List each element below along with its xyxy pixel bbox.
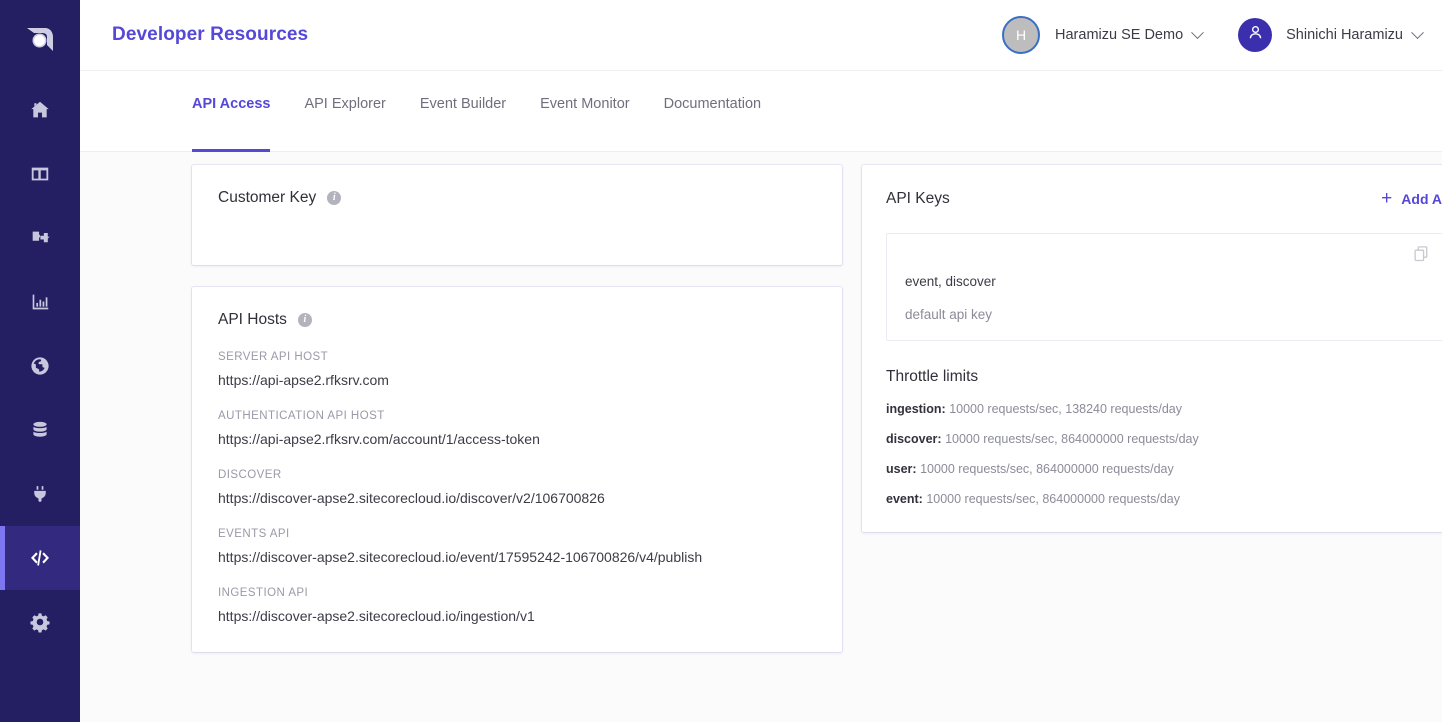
api-keys-header: API Keys + Add Api Key bbox=[886, 189, 1442, 208]
host-value: https://discover-apse2.sitecorecloud.io/… bbox=[218, 549, 703, 565]
host-value: https://discover-apse2.sitecorecloud.io/… bbox=[218, 490, 605, 506]
sidebar-item-analytics[interactable] bbox=[0, 270, 80, 334]
database-icon bbox=[29, 419, 51, 441]
throttle-row-event: event: 10000 requests/sec, 864000000 req… bbox=[886, 492, 1442, 506]
host-label: DISCOVER bbox=[218, 469, 282, 481]
layout-icon bbox=[29, 163, 51, 185]
tab-documentation[interactable]: Documentation bbox=[664, 71, 762, 152]
code-icon bbox=[28, 546, 52, 570]
api-keys-title: API Keys bbox=[886, 189, 950, 207]
host-value: https://api-apse2.rfksrv.com/account/1/a… bbox=[218, 431, 540, 447]
api-key-description: default api key bbox=[905, 307, 993, 322]
host-value: https://api-apse2.rfksrv.com bbox=[218, 372, 389, 388]
gear-icon bbox=[29, 611, 51, 633]
left-column: Customer Key i API Hosts i SERVER API HO… bbox=[192, 165, 842, 652]
tenant-avatar: H bbox=[1002, 16, 1041, 54]
tab-api-access[interactable]: API Access bbox=[192, 71, 271, 152]
main-area: Developer Resources H Haramizu SE Demo S… bbox=[80, 0, 1442, 722]
info-icon[interactable]: i bbox=[327, 191, 342, 205]
sitecore-logo[interactable] bbox=[0, 0, 80, 78]
tab-event-builder[interactable]: Event Builder bbox=[420, 71, 506, 152]
throttle-value: 10000 requests/sec, 864000000 requests/d… bbox=[926, 492, 1180, 506]
tab-api-explorer[interactable]: API Explorer bbox=[304, 71, 385, 152]
chevron-down-icon bbox=[1191, 25, 1205, 39]
throttle-row-discover: discover: 10000 requests/sec, 864000000 … bbox=[886, 432, 1442, 446]
header-right: H Haramizu SE Demo Shinichi Haramizu bbox=[1002, 16, 1424, 54]
user-icon bbox=[1246, 23, 1265, 47]
plug-icon bbox=[29, 483, 51, 505]
sidebar-item-content[interactable] bbox=[0, 398, 80, 462]
home-icon bbox=[29, 99, 51, 121]
tenant-name: Haramizu SE Demo bbox=[1055, 27, 1184, 43]
host-label: AUTHENTICATION API HOST bbox=[218, 410, 385, 422]
customer-key-title: Customer Key i bbox=[218, 189, 816, 207]
throttle-key: discover: bbox=[886, 432, 942, 446]
add-api-key-label: Add Api Key bbox=[1401, 190, 1442, 207]
api-hosts-card: API Hosts i SERVER API HOST https://api-… bbox=[192, 287, 842, 652]
host-value: https://discover-apse2.sitecorecloud.io/… bbox=[218, 608, 535, 624]
throttle-row-ingestion: ingestion: 10000 requests/sec, 138240 re… bbox=[886, 402, 1442, 416]
throttle-limits-title: Throttle limits bbox=[886, 368, 979, 385]
top-header: Developer Resources H Haramizu SE Demo S… bbox=[80, 0, 1442, 71]
api-key-scopes: event, discover bbox=[905, 274, 996, 289]
host-row-authentication-api-host: AUTHENTICATION API HOST https://api-apse… bbox=[218, 410, 816, 447]
host-row-ingestion-api: INGESTION API https://discover-apse2.sit… bbox=[218, 587, 816, 624]
customer-key-card: Customer Key i bbox=[192, 165, 842, 265]
customer-key-label: Customer Key bbox=[218, 189, 317, 206]
sidebar-item-components[interactable] bbox=[0, 206, 80, 270]
host-row-server-api-host: SERVER API HOST https://api-apse2.rfksrv… bbox=[218, 351, 816, 388]
chevron-down-icon bbox=[1411, 25, 1424, 39]
throttle-key: event: bbox=[886, 492, 923, 506]
host-row-events-api: EVENTS API https://discover-apse2.siteco… bbox=[218, 528, 816, 565]
api-keys-card: API Keys + Add Api Key bbox=[862, 165, 1442, 532]
info-icon[interactable]: i bbox=[297, 313, 312, 327]
tab-bar: API Access API Explorer Event Builder Ev… bbox=[80, 71, 1442, 152]
puzzle-icon bbox=[29, 227, 51, 249]
api-hosts-title: API Hosts i bbox=[218, 311, 816, 329]
chart-bar-icon bbox=[29, 291, 51, 313]
tenant-switcher[interactable]: H Haramizu SE Demo bbox=[1002, 16, 1205, 54]
sidebar-item-connections[interactable] bbox=[0, 462, 80, 526]
user-menu[interactable]: Shinichi Haramizu bbox=[1238, 18, 1424, 52]
add-api-key-button[interactable]: + Add Api Key bbox=[1381, 189, 1442, 208]
api-key-actions bbox=[1414, 246, 1442, 267]
app-root: Developer Resources H Haramizu SE Demo S… bbox=[0, 0, 1442, 722]
throttle-value: 10000 requests/sec, 138240 requests/day bbox=[949, 402, 1183, 416]
copy-icon[interactable] bbox=[1414, 246, 1429, 267]
content-area: Customer Key i API Hosts i SERVER API HO… bbox=[80, 152, 1442, 722]
user-name: Shinichi Haramizu bbox=[1286, 27, 1403, 43]
api-hosts-label: API Hosts bbox=[218, 311, 287, 328]
globe-icon bbox=[29, 355, 51, 377]
tab-event-monitor[interactable]: Event Monitor bbox=[540, 71, 629, 152]
throttle-value: 10000 requests/sec, 864000000 requests/d… bbox=[920, 462, 1174, 476]
throttle-key: ingestion: bbox=[886, 402, 946, 416]
host-label: INGESTION API bbox=[218, 587, 309, 599]
page-title: Developer Resources bbox=[112, 24, 309, 45]
sidebar bbox=[0, 0, 80, 722]
sidebar-item-pages[interactable] bbox=[0, 142, 80, 206]
sidebar-item-sites[interactable] bbox=[0, 334, 80, 398]
host-label: EVENTS API bbox=[218, 528, 290, 540]
sidebar-item-settings[interactable] bbox=[0, 590, 80, 654]
host-label: SERVER API HOST bbox=[218, 351, 329, 363]
sidebar-item-home[interactable] bbox=[0, 78, 80, 142]
plus-icon: + bbox=[1381, 188, 1393, 209]
throttle-key: user: bbox=[886, 462, 917, 476]
avatar bbox=[1238, 18, 1273, 52]
throttle-row-user: user: 10000 requests/sec, 864000000 requ… bbox=[886, 462, 1442, 476]
throttle-value: 10000 requests/sec, 864000000 requests/d… bbox=[945, 432, 1199, 446]
host-row-discover: DISCOVER https://discover-apse2.sitecore… bbox=[218, 469, 816, 506]
sidebar-item-developer-resources[interactable] bbox=[0, 526, 80, 590]
api-key-item: event, discover default api key bbox=[886, 233, 1442, 341]
right-column: API Keys + Add Api Key bbox=[862, 165, 1442, 532]
